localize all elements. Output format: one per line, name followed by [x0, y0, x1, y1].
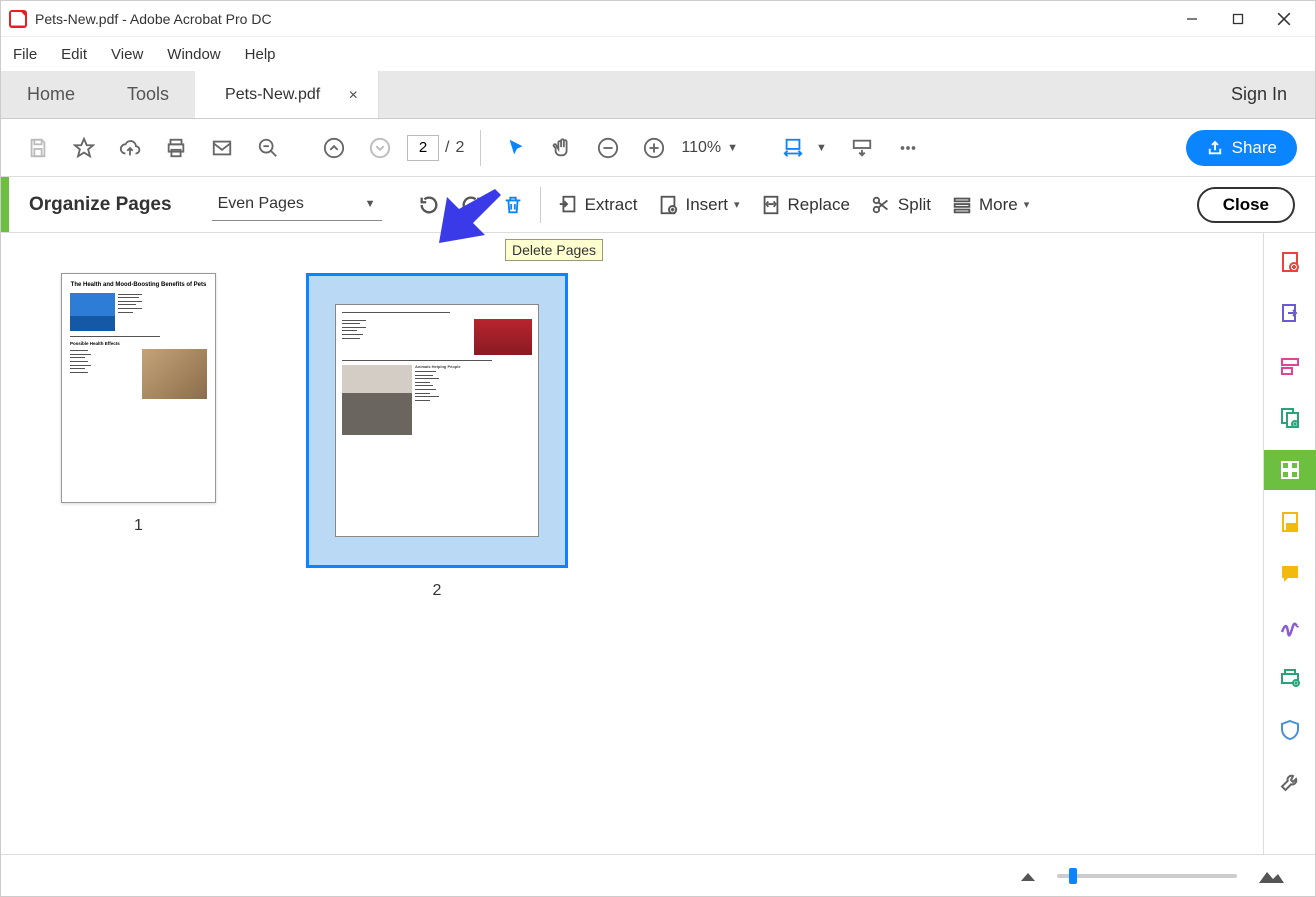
sign-in-link[interactable]: Sign In: [1231, 84, 1287, 105]
window-title: Pets-New.pdf - Adobe Acrobat Pro DC: [35, 11, 272, 27]
extract-button[interactable]: Extract: [547, 187, 648, 223]
tab-tools[interactable]: Tools: [101, 71, 195, 118]
title-bar: Pets-New.pdf - Adobe Acrobat Pro DC: [1, 1, 1315, 37]
fit-width-icon[interactable]: [774, 129, 812, 167]
comment-page-icon[interactable]: [1277, 509, 1303, 535]
tab-bar: Home Tools Pets-New.pdf ✕ Sign In: [1, 71, 1315, 119]
combine-files-icon[interactable]: [1277, 405, 1303, 431]
app-icon: [9, 10, 27, 28]
save-icon[interactable]: [19, 129, 57, 167]
main-toolbar: / 2 110% ▼ ▼ Share: [1, 119, 1315, 177]
organize-pages-icon[interactable]: [1264, 450, 1316, 490]
page-label-1: 1: [134, 517, 143, 535]
more-tools-icon[interactable]: [889, 129, 927, 167]
page-thumbnails: The Health and Mood-Boosting Benefits of…: [1, 233, 1263, 854]
organize-pages-bar: Organize Pages Even Pages ▼ Extract Inse…: [1, 177, 1315, 233]
chevron-down-icon: ▼: [727, 142, 738, 154]
export-pdf-icon[interactable]: [1277, 301, 1303, 327]
page-thumbnail-2-selected[interactable]: ▬▬▬▬▬▬▬▬▬▬▬▬▬▬▬▬▬▬▬▬▬▬▬▬▬▬▬▬▬▬▬▬▬▬▬▬ ▬▬▬…: [306, 273, 568, 568]
status-bar: [1, 854, 1315, 896]
create-pdf-icon[interactable]: [1277, 249, 1303, 275]
hand-tool-icon[interactable]: [543, 129, 581, 167]
accent-stripe: [1, 177, 9, 232]
insert-button[interactable]: Insert ▾: [647, 187, 749, 223]
page-indicator: / 2: [407, 135, 464, 161]
menu-bar: File Edit View Window Help: [1, 37, 1315, 71]
page-sep: /: [445, 139, 449, 157]
menu-edit[interactable]: Edit: [61, 46, 87, 63]
comment-icon[interactable]: [1277, 561, 1303, 587]
chevron-down-icon: ▾: [734, 198, 740, 211]
split-button[interactable]: Split: [860, 187, 941, 223]
tab-document[interactable]: Pets-New.pdf ✕: [195, 71, 379, 118]
chevron-down-icon: ▾: [1024, 198, 1030, 211]
page-thumbnail-1[interactable]: The Health and Mood-Boosting Benefits of…: [61, 273, 216, 503]
selection-tool-icon[interactable]: [497, 129, 535, 167]
print-icon[interactable]: [157, 129, 195, 167]
separator: [480, 130, 481, 166]
chevron-down-icon: ▼: [365, 198, 376, 210]
menu-view[interactable]: View: [111, 46, 143, 63]
protect-icon[interactable]: [1277, 717, 1303, 743]
zoom-out-thumb-icon[interactable]: [1019, 869, 1037, 883]
zoom-in-icon[interactable]: [635, 129, 673, 167]
page-label-2: 2: [433, 582, 442, 600]
tab-home[interactable]: Home: [1, 71, 101, 118]
menu-file[interactable]: File: [13, 46, 37, 63]
replace-button[interactable]: Replace: [750, 187, 860, 223]
star-icon[interactable]: [65, 129, 103, 167]
email-icon[interactable]: [203, 129, 241, 167]
close-tab-icon[interactable]: ✕: [348, 88, 358, 102]
page-range-dropdown[interactable]: Even Pages ▼: [212, 189, 382, 221]
page-total: 2: [455, 139, 464, 157]
thumb-col-2: ▬▬▬▬▬▬▬▬▬▬▬▬▬▬▬▬▬▬▬▬▬▬▬▬▬▬▬▬▬▬▬▬▬▬▬▬ ▬▬▬…: [306, 273, 568, 600]
menu-window[interactable]: Window: [167, 46, 220, 63]
page-down-icon[interactable]: [361, 129, 399, 167]
share-button[interactable]: Share: [1186, 130, 1297, 166]
page-up-icon[interactable]: [315, 129, 353, 167]
maximize-button[interactable]: [1215, 4, 1261, 34]
zoom-in-thumb-icon[interactable]: [1257, 867, 1285, 885]
organize-title: Organize Pages: [29, 194, 172, 216]
tab-document-label: Pets-New.pdf: [225, 86, 320, 104]
close-panel-button[interactable]: Close: [1197, 187, 1295, 223]
thumbnail-size-slider[interactable]: [1057, 874, 1237, 878]
zoom-level[interactable]: 110% ▼: [681, 139, 738, 157]
right-tools-panel: [1263, 233, 1315, 854]
delete-pages-tooltip: Delete Pages: [505, 239, 603, 261]
separator: [540, 187, 541, 223]
more-button[interactable]: More ▾: [941, 187, 1039, 223]
print-production-icon[interactable]: [1277, 665, 1303, 691]
cloud-upload-icon[interactable]: [111, 129, 149, 167]
close-window-button[interactable]: [1261, 4, 1307, 34]
page-current-input[interactable]: [407, 135, 439, 161]
chevron-down-icon[interactable]: ▼: [816, 142, 827, 154]
workspace: The Health and Mood-Boosting Benefits of…: [1, 233, 1315, 854]
annotation-arrow: [433, 187, 503, 247]
more-tools-wrench-icon[interactable]: [1277, 769, 1303, 795]
find-icon[interactable]: [249, 129, 287, 167]
sign-icon[interactable]: [1277, 613, 1303, 639]
zoom-out-icon[interactable]: [589, 129, 627, 167]
minimize-button[interactable]: [1169, 4, 1215, 34]
menu-help[interactable]: Help: [245, 46, 276, 63]
read-mode-icon[interactable]: [843, 129, 881, 167]
edit-pdf-icon[interactable]: [1277, 353, 1303, 379]
thumb-col-1: The Health and Mood-Boosting Benefits of…: [61, 273, 216, 535]
